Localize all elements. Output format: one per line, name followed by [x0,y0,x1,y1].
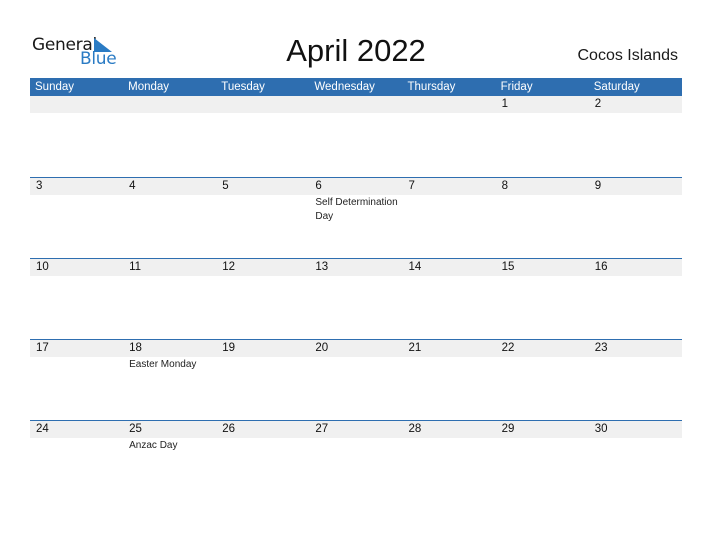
day-number: 18 [129,342,142,354]
holiday-label [496,357,589,372]
weekday-tuesday: Tuesday [221,81,265,93]
weekday-monday: Monday [128,81,170,93]
holiday-label [403,276,496,277]
day-number: 17 [36,342,49,354]
day-number: 15 [501,261,515,273]
week-row: 12 [30,96,682,177]
date-strip: 12 [30,96,682,113]
day-number: 23 [594,342,608,354]
day-number: 2 [594,98,602,110]
holiday-label [589,113,682,114]
holiday-label [496,195,589,223]
week-row: 3 4 5 6 7 8 9 Self Determination Day [30,177,682,258]
holiday-label [30,113,123,114]
country-label: Cocos Islands [577,47,679,64]
weekday-saturday: Saturday [593,81,640,93]
holiday-label [403,357,496,372]
holiday-label [30,276,123,277]
holiday-label [589,276,682,277]
holiday-label [30,357,123,372]
holiday-label: Self Determination Day [315,197,398,222]
holiday-label [309,276,402,277]
day-number: 4 [129,180,136,192]
holiday-label [123,195,216,223]
day-number: 25 [129,423,142,435]
holiday-label [496,113,589,114]
day-number: 9 [594,180,602,192]
holiday-label [403,195,496,223]
holiday-label [123,113,216,114]
events-row [30,113,682,114]
holiday-label [309,357,402,372]
events-row: Anzac Day [30,438,682,453]
day-number: 11 [129,261,142,273]
day-number: 1 [501,98,509,110]
weekday-header: Sunday Monday Tuesday Wednesday Thursday… [30,78,682,96]
day-number: 27 [315,423,329,435]
day-number: 10 [36,261,49,273]
day-number: 21 [408,342,422,354]
week-row: 24 25 26 27 28 29 30 Anzac Day [30,420,682,501]
holiday-label [403,438,496,453]
holiday-label [403,113,496,114]
date-strip: 3 4 5 6 7 8 9 [30,178,682,195]
day-number [403,96,496,113]
holiday-label [30,438,123,453]
day-number: 22 [501,342,515,354]
holiday-label: Easter Monday [129,359,197,370]
holiday-label [216,357,309,372]
holiday-label [216,276,309,277]
day-number: 8 [501,180,509,192]
events-row [30,276,682,277]
weekday-wednesday: Wednesday [314,81,375,93]
weekday-friday: Friday [500,81,533,93]
holiday-label [30,195,123,223]
holiday-label [496,276,589,277]
holiday-label [123,276,216,277]
calendar-grid: 1 2 3 4 5 6 7 8 9 Self Determination Day 10 11 12 13 1… [30,96,682,501]
day-number [30,96,123,113]
day-number: 16 [594,261,608,273]
holiday-label [216,113,309,114]
day-number: 24 [36,423,49,435]
day-number: 7 [408,180,415,192]
holiday-label: Anzac Day [129,440,178,451]
day-number [216,96,309,113]
week-row: 10 11 12 13 14 15 16 [30,258,682,339]
holiday-label [216,195,309,223]
day-number [123,96,216,113]
holiday-label [309,113,402,114]
day-number: 6 [315,180,322,192]
day-number: 14 [408,261,422,273]
holiday-label [589,438,682,453]
day-number: 28 [408,423,422,435]
day-number [309,96,402,113]
day-number: 30 [594,423,608,435]
weekday-thursday: Thursday [407,81,456,93]
date-strip: 24 25 26 27 28 29 30 [30,421,682,438]
holiday-label [496,438,589,453]
day-number: 19 [222,342,236,354]
day-number: 12 [222,261,236,273]
holiday-label [309,438,402,453]
holiday-label [589,195,682,223]
day-number: 29 [501,423,515,435]
day-number: 26 [222,423,236,435]
day-number: 13 [315,261,329,273]
events-row: Easter Monday [30,357,682,372]
date-strip: 17 18 19 20 21 22 23 [30,340,682,357]
events-row: Self Determination Day [30,195,682,223]
holiday-label [589,357,682,372]
holiday-label [216,438,309,453]
day-number: 3 [36,180,43,192]
weekday-sunday: Sunday [35,81,75,93]
date-strip: 10 11 12 13 14 15 16 [30,259,682,276]
day-number: 5 [222,180,229,192]
week-row: 17 18 19 20 21 22 23 Easter Monday [30,339,682,420]
day-number: 20 [315,342,329,354]
